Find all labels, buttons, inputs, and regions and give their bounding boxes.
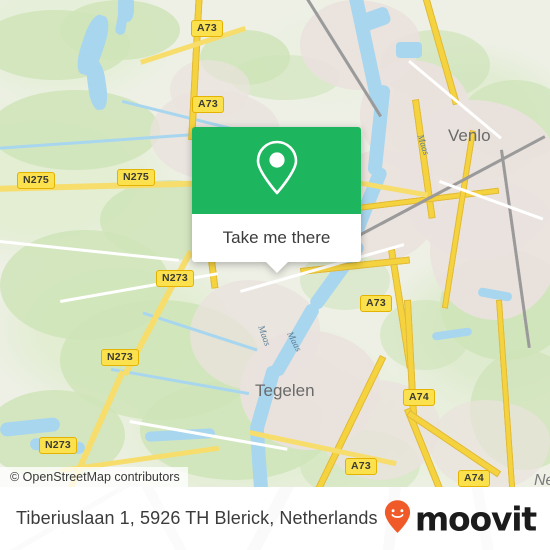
take-me-there-label: Take me there: [222, 228, 331, 247]
map-shield: A74: [403, 389, 435, 406]
map-shield: A73: [191, 20, 223, 37]
map-shield: N273: [39, 437, 77, 454]
moovit-logo[interactable]: moovit: [384, 499, 537, 538]
map-place-label-tegelen: Tegelen: [255, 381, 315, 400]
map-shield: A73: [345, 458, 377, 475]
callout-icon-panel: [192, 127, 361, 214]
map-place-label-venlo: Venlo: [448, 126, 491, 145]
map-pin-icon: [253, 138, 301, 203]
map-shield: A73: [360, 295, 392, 312]
moovit-pin-smiley-icon: [384, 499, 411, 538]
map-water-body: [396, 42, 422, 58]
map-shield: N273: [156, 270, 194, 287]
moovit-location-card: A73 A73 N275 N275 N273 N273 N273 A73 A74…: [0, 0, 550, 550]
footer-bar: Tiberiuslaan 1, 5926 TH Blerick, Netherl…: [0, 487, 550, 550]
callout-action-panel[interactable]: Take me there: [192, 214, 361, 273]
map-shield: N275: [117, 169, 155, 186]
map-shield: N275: [17, 172, 55, 189]
take-me-there-callout[interactable]: Take me there: [192, 127, 361, 273]
moovit-wordmark: moovit: [414, 499, 537, 538]
callout-pointer: [264, 261, 289, 273]
map-shield: A74: [458, 470, 490, 487]
map-shield: A73: [192, 96, 224, 113]
map-place-label-partial: Ne: [534, 472, 550, 487]
map-attribution[interactable]: © OpenStreetMap contributors: [0, 467, 188, 487]
map-shield: N273: [101, 349, 139, 366]
address-text: Tiberiuslaan 1, 5926 TH Blerick, Netherl…: [16, 508, 378, 528]
